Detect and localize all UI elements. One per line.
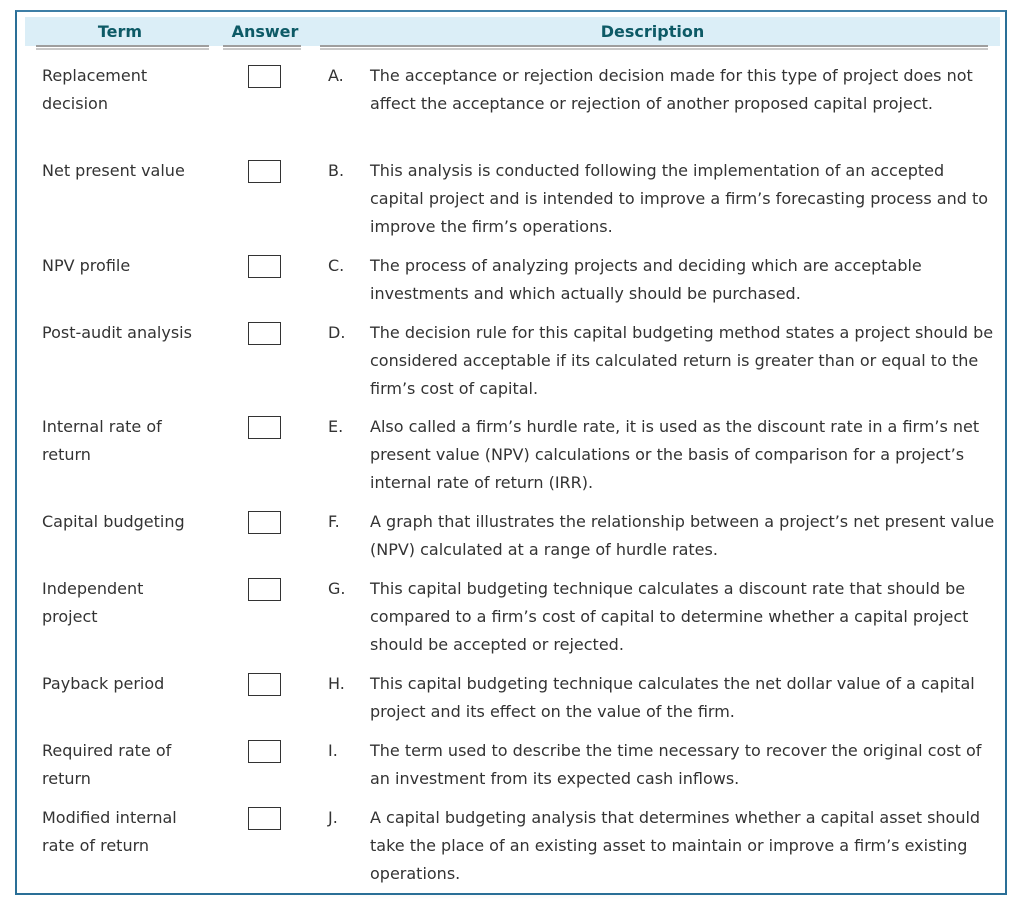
- header-divider-term: [36, 45, 209, 50]
- header-answer: Answer: [231, 22, 299, 41]
- answer-input[interactable]: [248, 65, 281, 88]
- description-text: The decision rule for this capital budge…: [370, 323, 994, 398]
- header-divider-description: [320, 45, 988, 50]
- description-letter: B.: [328, 161, 345, 180]
- description-letter: H.: [328, 674, 345, 693]
- answer-input[interactable]: [248, 511, 281, 534]
- description-text: The term used to describe the time neces…: [370, 741, 982, 788]
- description-text: The process of analyzing projects and de…: [370, 256, 922, 303]
- term-label: Payback period: [42, 674, 165, 693]
- term-label: NPV profile: [42, 256, 131, 275]
- header-term: Term: [97, 22, 143, 41]
- description-letter: G.: [328, 579, 346, 598]
- term-label: Net present value: [42, 161, 185, 180]
- answer-input[interactable]: [248, 416, 281, 439]
- description-letter: F.: [328, 512, 340, 531]
- term-label: Capital budgeting: [42, 512, 185, 531]
- answer-input[interactable]: [248, 255, 281, 278]
- description-letter: E.: [328, 417, 344, 436]
- answer-input[interactable]: [248, 322, 281, 345]
- header-description: Description: [600, 22, 705, 41]
- description-text: A graph that illustrates the relationshi…: [370, 512, 995, 559]
- term-label: Modified internal rate of return: [42, 808, 177, 855]
- table-header: Term Answer Description: [25, 17, 1000, 46]
- answer-input[interactable]: [248, 807, 281, 830]
- description-letter: J.: [328, 808, 338, 827]
- description-text: This capital budgeting technique calcula…: [370, 674, 975, 721]
- description-text: The acceptance or rejection decision mad…: [370, 66, 973, 113]
- description-letter: D.: [328, 323, 346, 342]
- term-label: Required rate of return: [42, 741, 172, 788]
- term-label: Internal rate of return: [42, 417, 162, 464]
- description-text: A capital budgeting analysis that determ…: [370, 808, 981, 883]
- description-text: Also called a firm’s hurdle rate, it is …: [370, 417, 980, 492]
- description-letter: C.: [328, 256, 345, 275]
- term-label: Replacement decision: [42, 66, 148, 113]
- description-text: This capital budgeting technique calcula…: [370, 579, 969, 654]
- description-text: This analysis is conducted following the…: [370, 161, 989, 236]
- description-letter: I.: [328, 741, 338, 760]
- answer-input[interactable]: [248, 160, 281, 183]
- header-divider-answer: [223, 45, 301, 50]
- term-label: Post-audit analysis: [42, 323, 192, 342]
- answer-input[interactable]: [248, 740, 281, 763]
- answer-input[interactable]: [248, 673, 281, 696]
- description-letter: A.: [328, 66, 344, 85]
- answer-input[interactable]: [248, 578, 281, 601]
- term-label: Independent project: [42, 579, 144, 626]
